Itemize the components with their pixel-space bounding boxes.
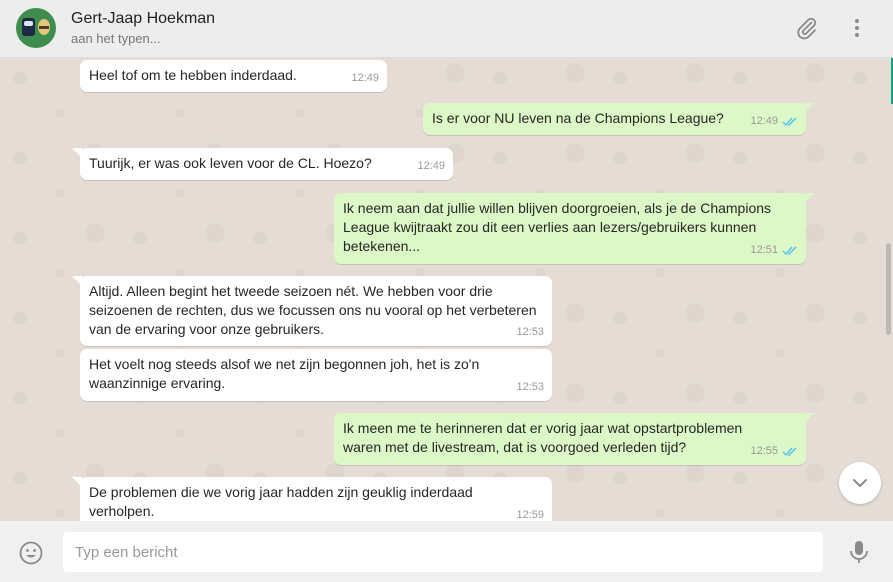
message-time: 12:53 (516, 381, 544, 393)
read-ticks-icon (782, 117, 797, 126)
message-time: 12:53 (516, 326, 544, 338)
message-outgoing[interactable]: Ik neem aan dat jullie willen blijven do… (334, 193, 814, 264)
message-text: Ik neem aan dat jullie willen blijven do… (343, 200, 772, 254)
message-incoming[interactable]: Altijd. Alleen begint het tweede seizoen… (72, 276, 552, 346)
message-list[interactable]: Heel tof om te hebben inderdaad. 12:49 I… (0, 58, 893, 521)
message-time: 12:55 (750, 445, 778, 457)
chevron-down-icon (853, 479, 867, 487)
message-time: 12:49 (351, 72, 379, 84)
contact-name[interactable]: Gert-Jaap Hoekman (71, 10, 215, 28)
composer-bar: Typ een bericht (0, 521, 893, 582)
message-incoming[interactable]: Tuurijk, er was ook leven voor de CL. Ho… (72, 148, 453, 180)
scrollbar-thumb[interactable] (886, 243, 891, 335)
message-outgoing[interactable]: Is er voor NU leven na de Champions Leag… (423, 103, 814, 135)
message-text: Altijd. Alleen begint het tweede seizoen… (89, 283, 537, 337)
message-time: 12:49 (750, 115, 778, 127)
read-ticks-icon (782, 447, 797, 456)
scroll-to-bottom-button[interactable] (839, 462, 881, 504)
message-text: Tuurijk, er was ook leven voor de CL. Ho… (89, 155, 372, 171)
microphone-icon[interactable] (848, 539, 870, 565)
message-outgoing[interactable]: Ik meen me te herinneren dat er vorig ja… (334, 413, 814, 465)
message-text: Ik meen me te herinneren dat er vorig ja… (343, 420, 743, 455)
message-incoming[interactable]: Heel tof om te hebben inderdaad. 12:49 (80, 60, 387, 92)
chat-header: Gert-Jaap Hoekman aan het typen... (0, 0, 893, 58)
message-text: Is er voor NU leven na de Champions Leag… (432, 110, 724, 126)
message-text: De problemen die we vorig jaar hadden zi… (89, 484, 473, 519)
message-time: 12:59 (516, 509, 544, 521)
message-incoming[interactable]: De problemen die we vorig jaar hadden zi… (72, 477, 552, 521)
contact-avatar[interactable] (16, 8, 56, 48)
typing-status: aan het typen... (71, 31, 161, 46)
message-text: Heel tof om te hebben inderdaad. (89, 67, 297, 83)
smiley-icon[interactable] (18, 540, 44, 566)
read-ticks-icon (782, 246, 797, 255)
message-text: Het voelt nog steeds alsof we net zijn b… (89, 356, 480, 391)
paperclip-icon[interactable] (794, 15, 820, 41)
message-incoming[interactable]: Het voelt nog steeds alsof we net zijn b… (80, 349, 552, 401)
kebab-menu-icon[interactable] (844, 15, 870, 41)
message-input[interactable]: Typ een bericht (63, 532, 823, 572)
message-time: 12:51 (750, 244, 778, 256)
message-time: 12:49 (417, 160, 445, 172)
